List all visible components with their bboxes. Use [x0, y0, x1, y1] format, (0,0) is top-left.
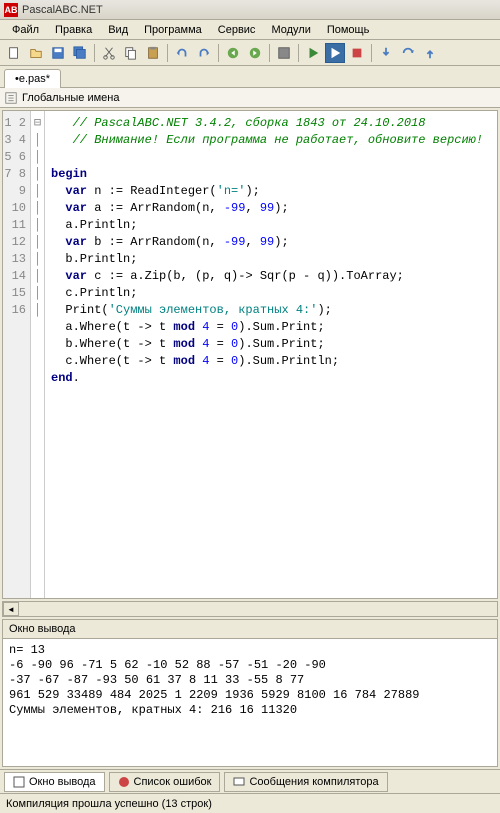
errors-tab-icon	[118, 776, 130, 788]
file-tabs: •e.pas*	[0, 66, 500, 88]
tab-errors-label: Список ошибок	[134, 776, 212, 788]
file-tab[interactable]: •e.pas*	[4, 69, 61, 88]
scope-label[interactable]: Глобальные имена	[22, 92, 120, 104]
output-header: Окно вывода	[2, 619, 498, 639]
menu-file[interactable]: Файл	[4, 22, 47, 38]
copy-icon[interactable]	[121, 43, 141, 63]
tab-messages[interactable]: Сообщения компилятора	[224, 772, 387, 792]
compile-icon[interactable]	[274, 43, 294, 63]
menu-service[interactable]: Сервис	[210, 22, 264, 38]
toolbar-separator	[269, 44, 270, 62]
cut-icon[interactable]	[99, 43, 119, 63]
status-text: Компиляция прошла успешно (13 строк)	[6, 798, 212, 810]
paste-icon[interactable]	[143, 43, 163, 63]
save-icon[interactable]	[48, 43, 68, 63]
toolbar-separator	[94, 44, 95, 62]
output-tab-icon	[13, 776, 25, 788]
horizontal-scrollbar[interactable]: ◄	[2, 601, 498, 617]
step-out-icon[interactable]	[420, 43, 440, 63]
scope-navbar: Глобальные имена	[0, 88, 500, 108]
line-gutter: 1 2 3 4 5 6 7 8 9 10 11 12 13 14 15 16	[3, 111, 31, 598]
tab-output[interactable]: Окно вывода	[4, 772, 105, 792]
run-no-debug-icon[interactable]	[325, 43, 345, 63]
run-icon[interactable]	[303, 43, 323, 63]
scroll-left-icon[interactable]: ◄	[3, 602, 19, 616]
output-panel: Окно вывода n= 13 -6 -90 96 -71 5 62 -10…	[2, 619, 498, 767]
statusbar: Компиляция прошла успешно (13 строк)	[0, 793, 500, 813]
toolbar	[0, 40, 500, 66]
window-title: PascalABC.NET	[22, 4, 103, 16]
messages-tab-icon	[233, 776, 245, 788]
menu-edit[interactable]: Правка	[47, 22, 100, 38]
save-all-icon[interactable]	[70, 43, 90, 63]
titlebar: AB PascalABC.NET	[0, 0, 500, 20]
code-area[interactable]: // PascalABC.NET 3.4.2, сборка 1843 от 2…	[45, 111, 497, 598]
stop-icon[interactable]	[347, 43, 367, 63]
code-editor[interactable]: 1 2 3 4 5 6 7 8 9 10 11 12 13 14 15 16 ⊟…	[2, 110, 498, 599]
new-file-icon[interactable]	[4, 43, 24, 63]
menu-help[interactable]: Помощь	[319, 22, 378, 38]
toolbar-separator	[218, 44, 219, 62]
bottom-tabs: Окно вывода Список ошибок Сообщения комп…	[0, 769, 500, 793]
toolbar-separator	[167, 44, 168, 62]
menubar: Файл Правка Вид Программа Сервис Модули …	[0, 20, 500, 40]
undo-icon[interactable]	[172, 43, 192, 63]
menu-modules[interactable]: Модули	[263, 22, 318, 38]
menu-program[interactable]: Программа	[136, 22, 210, 38]
fold-gutter[interactable]: ⊟ │ │ │ │ │ │ │ │ │ │ │	[31, 111, 45, 598]
redo-icon[interactable]	[194, 43, 214, 63]
step-over-icon[interactable]	[398, 43, 418, 63]
nav-forward-icon[interactable]	[245, 43, 265, 63]
step-into-icon[interactable]	[376, 43, 396, 63]
open-file-icon[interactable]	[26, 43, 46, 63]
scope-icon	[4, 91, 18, 105]
menu-view[interactable]: Вид	[100, 22, 136, 38]
toolbar-separator	[298, 44, 299, 62]
nav-back-icon[interactable]	[223, 43, 243, 63]
tab-messages-label: Сообщения компилятора	[249, 776, 378, 788]
app-icon: AB	[4, 3, 18, 17]
tab-output-label: Окно вывода	[29, 776, 96, 788]
tab-errors[interactable]: Список ошибок	[109, 772, 221, 792]
output-text[interactable]: n= 13 -6 -90 96 -71 5 62 -10 52 88 -57 -…	[2, 639, 498, 767]
toolbar-separator	[371, 44, 372, 62]
